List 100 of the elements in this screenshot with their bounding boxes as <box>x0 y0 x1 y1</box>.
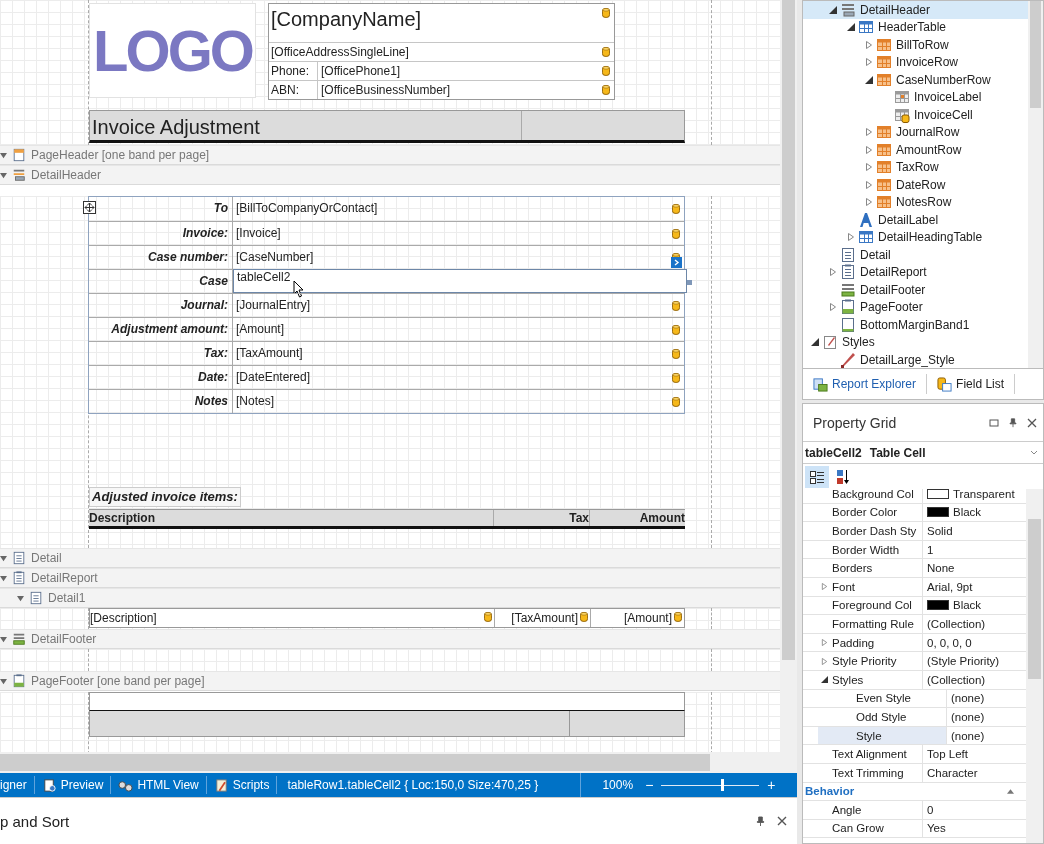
zoom-slider[interactable] <box>661 779 760 791</box>
band-header[interactable]: DetailHeader <box>0 165 780 185</box>
band-header[interactable]: DetailReport <box>0 568 780 588</box>
tree-item[interactable]: NotesRow <box>803 193 1028 211</box>
horizontal-scrollbar[interactable] <box>0 752 797 773</box>
category-header[interactable]: Behavior <box>803 782 1026 802</box>
maximize-icon[interactable] <box>989 417 999 428</box>
selected-table-cell[interactable]: tableCell2 <box>233 269 687 293</box>
expand-arrow-icon[interactable] <box>865 163 873 172</box>
property-name: Borders <box>832 562 873 575</box>
expand-arrow-icon[interactable] <box>865 58 873 67</box>
band-header[interactable]: DetailFooter <box>0 629 780 649</box>
tree-item[interactable]: Detail <box>803 246 1028 264</box>
tree-item[interactable]: DetailFooter <box>803 281 1028 299</box>
property-value[interactable]: (Collection) <box>927 673 986 686</box>
expand-arrow-icon[interactable] <box>865 180 873 189</box>
property-value[interactable]: (none) <box>951 710 985 723</box>
vertical-scrollbar[interactable] <box>1028 1 1043 369</box>
field-label: Case number: <box>89 246 233 269</box>
property-value[interactable]: None <box>927 562 955 575</box>
zoom-out-button[interactable]: − <box>641 777 658 793</box>
expand-arrow-icon[interactable] <box>821 583 828 591</box>
property-value[interactable]: Solid <box>927 525 953 537</box>
tree-item[interactable]: CaseNumberRow <box>803 71 1028 89</box>
resize-handle-icon[interactable] <box>687 280 692 285</box>
property-value[interactable]: 1 <box>927 543 934 556</box>
field-value: [JournalEntry] <box>235 297 311 314</box>
collapse-arrow-icon[interactable] <box>821 676 828 684</box>
expand-arrow-icon[interactable] <box>865 198 873 207</box>
property-value[interactable]: (none) <box>951 692 985 705</box>
property-value[interactable]: Transparent <box>953 489 1015 500</box>
band-header[interactable]: PageFooter [one band per page] <box>0 671 780 691</box>
tree-item[interactable]: PageFooter <box>803 298 1028 316</box>
object-selector[interactable]: tableCell2 Table Cell <box>803 441 1043 464</box>
close-icon[interactable] <box>1027 417 1037 428</box>
band-header[interactable]: PageHeader [one band per page] <box>0 145 780 165</box>
band-header-icon <box>840 1 856 18</box>
expand-arrow-icon[interactable] <box>821 639 828 647</box>
tree-item[interactable]: DetailLarge_Style <box>803 351 1028 369</box>
tree-item[interactable]: Styles <box>803 333 1028 351</box>
tree-item[interactable]: DetailReport <box>803 263 1028 281</box>
tree-item[interactable]: DetailLabel <box>803 211 1028 229</box>
view-tab[interactable]: Preview <box>34 777 111 793</box>
tree-item[interactable]: DateRow <box>803 176 1028 194</box>
smart-tag-icon[interactable] <box>671 257 682 268</box>
close-icon[interactable] <box>777 816 787 826</box>
property-value[interactable]: 0 <box>927 803 934 816</box>
zoom-in-button[interactable]: + <box>763 777 780 793</box>
collapse-arrow-icon[interactable] <box>865 75 873 84</box>
collapse-arrow-icon[interactable] <box>811 338 819 347</box>
expand-arrow-icon[interactable] <box>865 145 873 154</box>
expand-arrow-icon[interactable] <box>829 268 837 277</box>
band-header[interactable]: Detail1 <box>0 588 780 608</box>
categorized-icon <box>809 468 825 485</box>
tree-item[interactable]: DetailHeadingTable <box>803 228 1028 246</box>
expand-arrow-icon[interactable] <box>847 233 855 242</box>
property-name: Style <box>856 729 882 742</box>
view-tab[interactable]: igner <box>0 778 34 792</box>
panel-tab[interactable]: Report Explorer <box>803 374 928 395</box>
expand-arrow-icon[interactable] <box>865 128 873 137</box>
property-value[interactable]: Black <box>953 599 982 612</box>
move-handle-icon[interactable] <box>83 201 96 214</box>
tree-item[interactable]: InvoiceRow <box>803 53 1028 71</box>
tree-item[interactable]: AmountRow <box>803 141 1028 159</box>
property-value[interactable]: (none) <box>951 729 985 742</box>
tree-item[interactable]: TaxRow <box>803 158 1028 176</box>
vertical-scrollbar[interactable] <box>1026 489 1043 843</box>
data-field: [Description] <box>90 611 157 625</box>
categorize-button[interactable] <box>805 465 829 488</box>
tree-item[interactable]: DetailHeader <box>803 1 1028 19</box>
tree-item[interactable]: InvoiceCell <box>803 106 1028 124</box>
property-value[interactable]: Yes <box>927 822 946 835</box>
vertical-scrollbar[interactable] <box>780 0 797 752</box>
property-value[interactable]: Top Left <box>927 748 968 761</box>
sort-alpha-icon <box>835 468 851 485</box>
property-value[interactable]: Character <box>927 766 978 779</box>
expand-arrow-icon[interactable] <box>821 657 828 665</box>
tree-item[interactable]: InvoiceLabel <box>803 88 1028 106</box>
panel-tab[interactable]: Field List <box>927 374 1016 395</box>
tree-item[interactable]: HeaderTable <box>803 18 1028 36</box>
band-header[interactable]: Detail <box>0 548 780 568</box>
property-value[interactable]: (Style Priority) <box>927 655 1000 668</box>
property-value[interactable]: 0, 0, 0, 0 <box>927 636 972 649</box>
column-header: Description <box>89 510 494 526</box>
pin-icon[interactable] <box>756 815 765 827</box>
collapse-arrow-icon[interactable] <box>847 23 855 32</box>
expand-arrow-icon[interactable] <box>865 40 873 49</box>
view-tab[interactable]: HTML View <box>111 777 206 793</box>
expand-arrow-icon[interactable] <box>829 303 837 312</box>
collapse-arrow-icon[interactable] <box>829 5 837 14</box>
property-value[interactable]: Black <box>953 506 982 519</box>
property-value[interactable]: (Collection) <box>927 617 986 630</box>
tree-item[interactable]: BottomMarginBand1 <box>803 316 1028 334</box>
tree-item[interactable]: BillToRow <box>803 36 1028 54</box>
view-tab[interactable]: Scripts <box>206 777 277 793</box>
tree-item[interactable]: JournalRow <box>803 123 1028 141</box>
pin-icon[interactable] <box>1008 417 1018 428</box>
property-name: Odd Style <box>856 710 907 723</box>
property-name: Styles <box>832 673 864 686</box>
property-value[interactable]: Arial, 9pt <box>927 580 973 593</box>
